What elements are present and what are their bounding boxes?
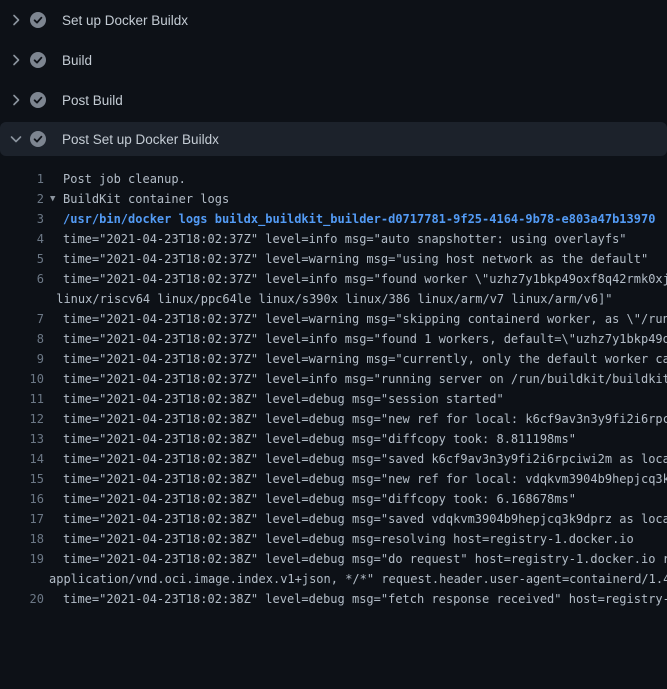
log-line: 17 time="2021-04-23T18:02:38Z" level=deb… xyxy=(0,509,667,529)
step-label: Set up Docker Buildx xyxy=(62,13,188,28)
log-text: time="2021-04-23T18:02:38Z" level=debug … xyxy=(63,549,667,569)
log-text: time="2021-04-23T18:02:38Z" level=debug … xyxy=(63,529,634,549)
line-number[interactable]: 1 xyxy=(0,169,44,189)
log-line: 6 time="2021-04-23T18:02:37Z" level=info… xyxy=(0,269,667,289)
line-number[interactable]: 2 xyxy=(0,189,44,209)
log-text: time="2021-04-23T18:02:38Z" level=debug … xyxy=(63,509,667,529)
log-text: time="2021-04-23T18:02:37Z" level=warnin… xyxy=(63,249,648,269)
log-text: time="2021-04-23T18:02:37Z" level=warnin… xyxy=(63,349,667,369)
step-row[interactable]: Post Set up Docker Buildx xyxy=(0,122,667,156)
log-text: time="2021-04-23T18:02:38Z" level=debug … xyxy=(63,449,667,469)
line-number[interactable]: 3 xyxy=(0,209,44,229)
chevron-right-icon xyxy=(8,12,24,28)
step-row[interactable]: Set up Docker Buildx xyxy=(0,0,667,40)
chevron-down-icon xyxy=(8,131,24,147)
step-list: Set up Docker Buildx Build xyxy=(0,0,667,156)
line-number[interactable]: 20 xyxy=(0,589,44,609)
log-line: 2 ▼ BuildKit container logs xyxy=(0,189,667,209)
log-line: 20 time="2021-04-23T18:02:38Z" level=deb… xyxy=(0,589,667,609)
line-number[interactable]: 16 xyxy=(0,489,44,509)
line-number[interactable]: 15 xyxy=(0,469,44,489)
log-line: 9 time="2021-04-23T18:02:37Z" level=warn… xyxy=(0,349,667,369)
log-text: BuildKit container logs xyxy=(63,189,229,209)
step-row[interactable]: Post Build xyxy=(0,80,667,120)
step-label: Post Build xyxy=(62,93,123,108)
line-number[interactable]: 7 xyxy=(0,309,44,329)
log-line: 11 time="2021-04-23T18:02:38Z" level=deb… xyxy=(0,389,667,409)
step-label: Post Set up Docker Buildx xyxy=(62,132,219,147)
line-number[interactable]: 14 xyxy=(0,449,44,469)
check-circle-icon xyxy=(30,12,46,28)
log-line: 5 time="2021-04-23T18:02:37Z" level=warn… xyxy=(0,249,667,269)
log-line: 16 time="2021-04-23T18:02:38Z" level=deb… xyxy=(0,489,667,509)
log-text: time="2021-04-23T18:02:37Z" level=info m… xyxy=(63,329,667,349)
actions-log-panel: Set up Docker Buildx Build xyxy=(0,0,667,609)
log-text: time="2021-04-23T18:02:37Z" level=info m… xyxy=(63,369,667,389)
check-circle-icon xyxy=(30,52,46,68)
step-row[interactable]: Build xyxy=(0,40,667,80)
log-line: 1 Post job cleanup. xyxy=(0,169,667,189)
line-number[interactable]: 10 xyxy=(0,369,44,389)
log-text: time="2021-04-23T18:02:37Z" level=info m… xyxy=(63,229,627,249)
log-text: time="2021-04-23T18:02:38Z" level=debug … xyxy=(63,589,667,609)
log-line: 7 time="2021-04-23T18:02:37Z" level=warn… xyxy=(0,309,667,329)
log-text: time="2021-04-23T18:02:37Z" level=warnin… xyxy=(63,309,667,329)
log-line-continuation: linux/riscv64 linux/ppc64le linux/s390x … xyxy=(0,289,667,309)
line-number[interactable]: 11 xyxy=(0,389,44,409)
line-number[interactable]: 6 xyxy=(0,269,44,289)
log-text: application/vnd.oci.image.index.v1+json,… xyxy=(49,569,667,589)
line-number[interactable]: 19 xyxy=(0,549,44,569)
line-number[interactable]: 5 xyxy=(0,249,44,269)
log-text: linux/riscv64 linux/ppc64le linux/s390x … xyxy=(49,289,613,309)
log-line-continuation: application/vnd.oci.image.index.v1+json,… xyxy=(0,569,667,589)
log-line: 13 time="2021-04-23T18:02:38Z" level=deb… xyxy=(0,429,667,449)
log-line: 10 time="2021-04-23T18:02:37Z" level=inf… xyxy=(0,369,667,389)
log-line: 15 time="2021-04-23T18:02:38Z" level=deb… xyxy=(0,469,667,489)
log-text: time="2021-04-23T18:02:38Z" level=debug … xyxy=(63,389,504,409)
log-text: time="2021-04-23T18:02:38Z" level=debug … xyxy=(63,469,667,489)
line-number[interactable]: 18 xyxy=(0,529,44,549)
line-number[interactable]: 13 xyxy=(0,429,44,449)
log-line: 3 /usr/bin/docker logs buildx_buildkit_b… xyxy=(0,209,667,229)
line-number[interactable]: 4 xyxy=(0,229,44,249)
step-label: Build xyxy=(62,53,92,68)
log-line: 12 time="2021-04-23T18:02:38Z" level=deb… xyxy=(0,409,667,429)
log-text: time="2021-04-23T18:02:37Z" level=info m… xyxy=(63,269,667,289)
log-text: time="2021-04-23T18:02:38Z" level=debug … xyxy=(63,409,667,429)
log-text: /usr/bin/docker logs buildx_buildkit_bui… xyxy=(63,209,655,229)
log-line: 14 time="2021-04-23T18:02:38Z" level=deb… xyxy=(0,449,667,469)
log-text: time="2021-04-23T18:02:38Z" level=debug … xyxy=(63,489,576,509)
chevron-right-icon xyxy=(8,92,24,108)
log-line: 4 time="2021-04-23T18:02:37Z" level=info… xyxy=(0,229,667,249)
log-text: Post job cleanup. xyxy=(63,169,186,189)
log-line: 8 time="2021-04-23T18:02:37Z" level=info… xyxy=(0,329,667,349)
line-number[interactable]: 17 xyxy=(0,509,44,529)
log-text: time="2021-04-23T18:02:38Z" level=debug … xyxy=(63,429,576,449)
log-line: 18 time="2021-04-23T18:02:38Z" level=deb… xyxy=(0,529,667,549)
line-number[interactable]: 8 xyxy=(0,329,44,349)
group-toggle-icon[interactable]: ▼ xyxy=(50,189,55,209)
log-viewer: 1 Post job cleanup. 2 ▼ BuildKit contain… xyxy=(0,156,667,609)
check-circle-icon xyxy=(30,92,46,108)
chevron-right-icon xyxy=(8,52,24,68)
log-line: 19 time="2021-04-23T18:02:38Z" level=deb… xyxy=(0,549,667,569)
line-number[interactable]: 12 xyxy=(0,409,44,429)
line-number[interactable]: 9 xyxy=(0,349,44,369)
check-circle-icon xyxy=(30,131,46,147)
